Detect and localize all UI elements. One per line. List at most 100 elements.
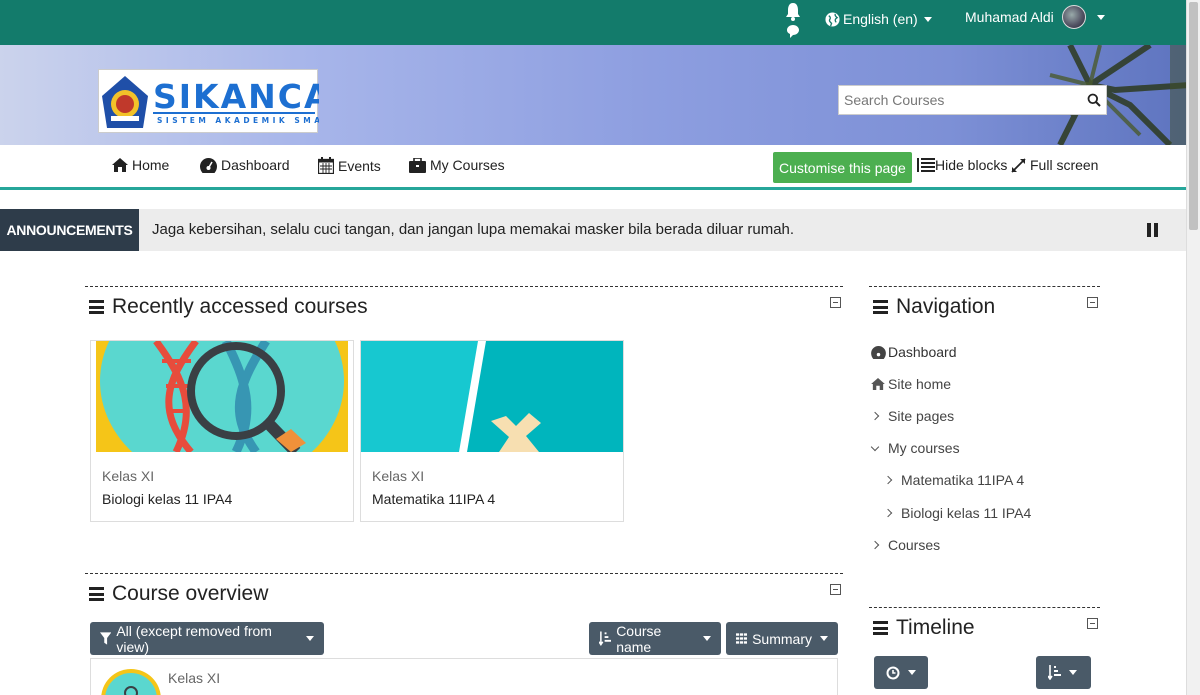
search-button[interactable] [1082, 86, 1106, 114]
user-name: Muhamad Aldi [965, 9, 1054, 25]
math-illustration [361, 341, 623, 452]
chevron-down-icon [1096, 14, 1105, 20]
nav-tree-site-home[interactable]: Site home [871, 376, 951, 392]
menu-icon [89, 587, 104, 601]
sikanca-logo: SIKANCA SISTEM AKADEMIK SMANCA [102, 76, 348, 128]
dna-illustration [96, 341, 348, 452]
chevron-right-icon [883, 508, 893, 518]
grid-icon [736, 633, 748, 644]
globe-icon [825, 11, 840, 27]
bell-icon[interactable] [784, 2, 802, 44]
search-icon [1087, 93, 1101, 107]
full-screen-label: Full screen [1030, 157, 1099, 173]
scrollbar-thumb[interactable] [1189, 2, 1198, 230]
course-list-item[interactable]: Kelas XI [90, 658, 838, 695]
chevron-right-icon [870, 411, 880, 421]
page-scrollbar[interactable] [1186, 0, 1200, 695]
sort-icon [599, 631, 612, 646]
timeline-filter-dropdown[interactable] [874, 656, 928, 689]
calendar-icon [318, 157, 334, 174]
course-category: Kelas XI [372, 468, 425, 484]
expand-icon [1011, 157, 1026, 173]
nav-tree-course-label: Biologi kelas 11 IPA4 [901, 505, 1032, 521]
sort-icon [1048, 665, 1061, 680]
home-icon [112, 158, 128, 172]
notifications-area [784, 2, 802, 44]
svg-text:SISTEM AKADEMIK SMANCA: SISTEM AKADEMIK SMANCA [157, 116, 319, 125]
clock-icon [886, 666, 900, 679]
nav-tree-courses[interactable]: Courses [870, 537, 941, 553]
nav-home[interactable]: Home [112, 157, 169, 173]
site-logo[interactable]: SIKANCA SISTEM AKADEMIK SMANCA [98, 69, 348, 133]
pause-icon-bar [1154, 223, 1158, 237]
chevron-down-icon [908, 670, 916, 675]
collapse-button[interactable] [1087, 618, 1098, 629]
navigation-heading: Navigation [896, 295, 996, 318]
chevron-down-icon [703, 636, 711, 641]
collapse-button[interactable] [830, 584, 841, 595]
svg-text:SIKANCA: SIKANCA [153, 77, 319, 116]
chevron-down-icon [1069, 670, 1077, 675]
chevron-down-icon [306, 636, 314, 641]
nav-tree-dashboard[interactable]: Dashboard [871, 344, 957, 360]
briefcase-icon [409, 157, 426, 173]
course-card[interactable]: Kelas XI Matematika 11IPA 4 [360, 340, 624, 522]
nav-events[interactable]: Events [318, 157, 381, 174]
timeline-heading: Timeline [896, 616, 975, 639]
nav-dashboard[interactable]: Dashboard [200, 157, 290, 173]
home-icon [871, 378, 885, 390]
sort-label: Course name [616, 622, 662, 655]
sort-dropdown[interactable]: Course name [589, 622, 721, 655]
menu-icon [873, 300, 888, 314]
filter-icon [100, 632, 112, 645]
pause-icon [1147, 223, 1151, 237]
hide-blocks-button[interactable]: Hide blocks [917, 157, 1007, 173]
nav-my-courses-label: My Courses [430, 157, 505, 173]
nav-tree-site-pages-label: Site pages [888, 408, 955, 424]
course-name[interactable]: Matematika 11IPA 4 [372, 491, 495, 507]
nav-tree-my-courses[interactable]: My courses [870, 440, 960, 456]
course-image [361, 341, 623, 452]
header-banner: SIKANCA SISTEM AKADEMIK SMANCA [0, 45, 1186, 145]
language-menu[interactable]: English (en) [825, 11, 932, 27]
announcement-bar: ANNOUNCEMENTS Jaga kebersihan, selalu cu… [0, 209, 1186, 251]
view-label: Summary [752, 630, 812, 647]
nav-tree-course-matematika[interactable]: Matematika 11IPA 4 [883, 472, 1024, 488]
navigation-block: Navigation [869, 286, 1100, 576]
nav-tree-site-home-label: Site home [888, 376, 952, 392]
announcement-text: Jaga kebersihan, selalu cuci tangan, dan… [152, 221, 795, 238]
nav-tree-course-biologi[interactable]: Biologi kelas 11 IPA4 [883, 505, 1032, 521]
course-filter-dropdown[interactable]: All (except removed from view) [90, 622, 324, 655]
timeline-sort-dropdown[interactable] [1036, 656, 1091, 689]
timeline-title: Timeline [873, 616, 975, 640]
chevron-down-icon [820, 636, 828, 641]
nav-events-label: Events [338, 157, 381, 174]
chevron-right-icon [883, 475, 893, 485]
collapse-button[interactable] [1087, 297, 1098, 308]
course-category: Kelas XI [102, 468, 155, 484]
nav-tree-my-courses-label: My courses [888, 440, 960, 456]
collapse-button[interactable] [830, 297, 841, 308]
course-overview-heading: Course overview [112, 582, 269, 605]
nav-my-courses[interactable]: My Courses [409, 157, 505, 173]
recent-courses-heading: Recently accessed courses [112, 295, 368, 318]
nav-tree-dashboard-label: Dashboard [888, 344, 957, 360]
full-screen-button[interactable]: Full screen [1011, 157, 1098, 173]
course-card[interactable]: Kelas XI Biologi kelas 11 IPA4 [90, 340, 354, 522]
course-filter-label: All (except removed from view) [116, 622, 272, 655]
nav-tree-courses-label: Courses [888, 537, 941, 553]
customise-page-button[interactable]: Customise this page [773, 152, 912, 183]
nav-tree-site-pages[interactable]: Site pages [870, 408, 955, 424]
nav-home-label: Home [132, 157, 170, 173]
user-menu[interactable]: Muhamad Aldi [965, 3, 1105, 31]
course-thumbnail [101, 669, 161, 695]
pause-button[interactable] [1147, 223, 1159, 237]
view-dropdown[interactable]: Summary [726, 622, 838, 655]
hide-blocks-label: Hide blocks [935, 157, 1008, 173]
main-nav: Home Dashboard Events My Courses Customi… [0, 145, 1186, 190]
search-input[interactable] [839, 86, 1082, 114]
course-name[interactable]: Biologi kelas 11 IPA4 [102, 491, 232, 507]
language-label: English (en) [843, 11, 918, 27]
top-bar: English (en) Muhamad Aldi [0, 0, 1186, 45]
chevron-down-icon [870, 442, 880, 451]
